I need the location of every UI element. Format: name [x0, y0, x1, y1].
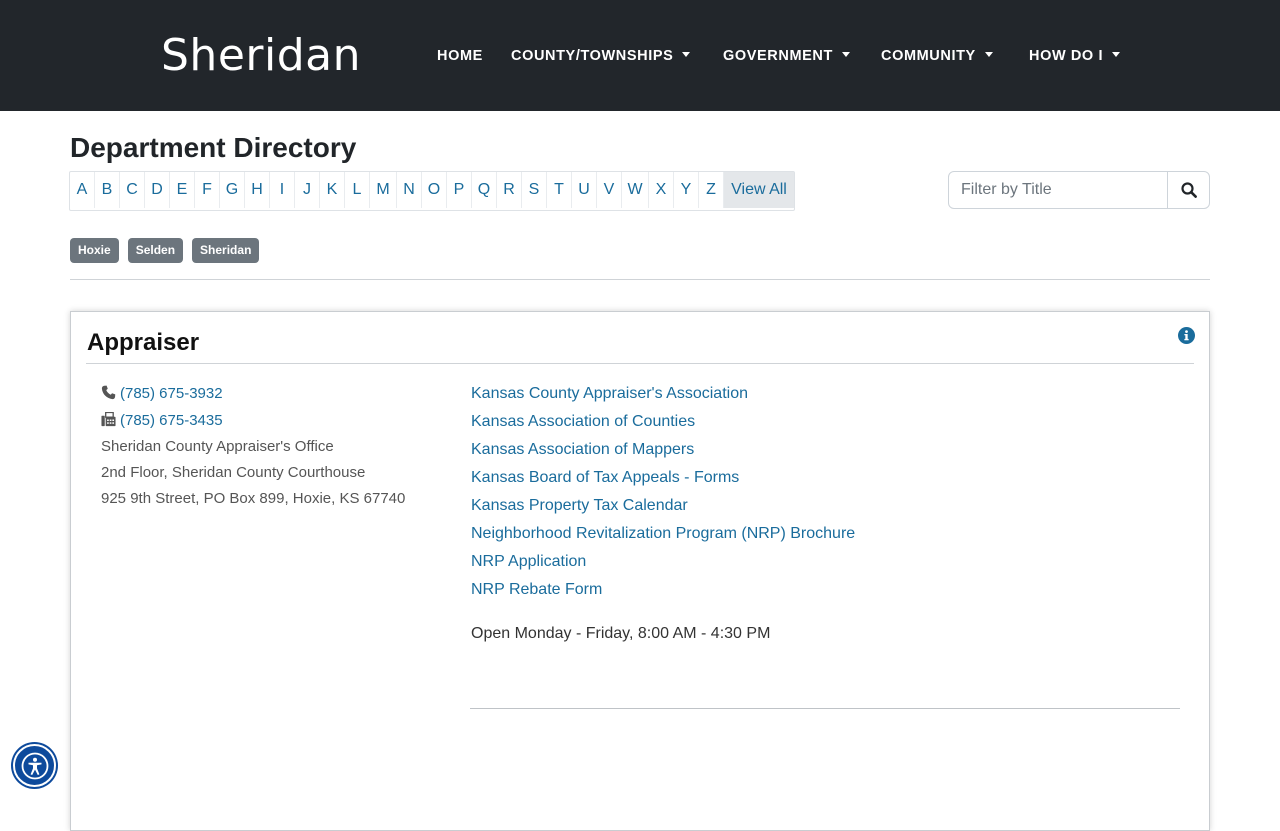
- alpha-letter-a[interactable]: A: [70, 172, 95, 208]
- alpha-letter-h[interactable]: H: [245, 172, 270, 208]
- alpha-letter-k[interactable]: K: [320, 172, 345, 208]
- phone-link[interactable]: (785) 675-3932: [120, 385, 223, 402]
- alpha-letter-s[interactable]: S: [522, 172, 547, 208]
- address-line: 2nd Floor, Sheridan County Courthouse: [101, 464, 366, 481]
- address-line: 925 9th Street, PO Box 899, Hoxie, KS 67…: [101, 490, 406, 507]
- fax-link[interactable]: (785) 675-3435: [120, 412, 223, 429]
- nav-government-label: GOVERNMENT: [723, 48, 833, 64]
- alpha-letter-u[interactable]: U: [572, 172, 597, 208]
- resource-link[interactable]: Kansas County Appraiser's Association: [471, 384, 748, 404]
- alpha-letter-g[interactable]: G: [220, 172, 245, 208]
- alpha-letter-j[interactable]: J: [295, 172, 320, 208]
- alpha-letter-e[interactable]: E: [170, 172, 195, 208]
- site-header: Sheridan HOME COUNTY/TOWNSHIPS GOVERNMEN…: [0, 0, 1280, 111]
- fax-row: (785) 675-3435: [101, 411, 223, 431]
- alpha-letter-l[interactable]: L: [345, 172, 370, 208]
- caret-down-icon: [841, 52, 850, 57]
- accessibility-button[interactable]: [13, 744, 56, 787]
- alpha-letter-c[interactable]: C: [120, 172, 145, 208]
- alpha-letter-i[interactable]: I: [270, 172, 295, 208]
- search-button[interactable]: [1167, 172, 1209, 208]
- office-hours: Open Monday - Friday, 8:00 AM - 4:30 PM: [471, 625, 771, 642]
- page-title: Department Directory: [70, 132, 357, 163]
- fax-icon: [101, 411, 116, 427]
- site-brand[interactable]: Sheridan: [161, 28, 361, 84]
- alpha-letter-v[interactable]: V: [597, 172, 622, 208]
- department-name: Appraiser: [87, 329, 200, 356]
- phone-icon: [101, 385, 116, 400]
- alpha-letter-m[interactable]: M: [370, 172, 397, 208]
- resource-link[interactable]: Neighborhood Revitalization Program (NRP…: [471, 524, 855, 544]
- caret-down-icon: [1112, 52, 1121, 57]
- alpha-letter-z[interactable]: Z: [699, 172, 724, 208]
- card-title-rule: [86, 363, 1194, 364]
- tag-selden[interactable]: Selden: [127, 238, 184, 263]
- alpha-letter-q[interactable]: Q: [472, 172, 497, 208]
- alpha-letter-b[interactable]: B: [95, 172, 120, 208]
- alpha-letter-o[interactable]: O: [422, 172, 447, 208]
- alpha-letter-f[interactable]: F: [195, 172, 220, 208]
- nav-how-do-i[interactable]: HOW DO I: [1029, 44, 1121, 68]
- search-icon: [1180, 182, 1197, 198]
- alpha-letter-w[interactable]: W: [622, 172, 649, 208]
- phone-row: (785) 675-3932: [101, 384, 223, 404]
- alpha-letter-x[interactable]: X: [649, 172, 674, 208]
- filter-by-title: [948, 171, 1210, 209]
- alpha-letter-d[interactable]: D: [145, 172, 170, 208]
- nav-government[interactable]: GOVERNMENT: [723, 44, 850, 68]
- resource-link[interactable]: NRP Application: [471, 552, 586, 572]
- tag-hoxie[interactable]: Hoxie: [70, 238, 119, 263]
- alphabet-filter: A B C D E F G H I J K L M N O P Q R S T U V W X Y Z View All: [69, 171, 795, 211]
- nav-how-do-i-label: HOW DO I: [1029, 48, 1104, 64]
- caret-down-icon: [682, 52, 691, 57]
- alpha-letter-t[interactable]: T: [547, 172, 572, 208]
- resource-link[interactable]: NRP Rebate Form: [471, 580, 602, 600]
- caret-down-icon: [984, 52, 993, 57]
- nav-community[interactable]: COMMUNITY: [881, 44, 993, 68]
- location-tags: Hoxie Selden Sheridan: [70, 238, 260, 263]
- nav-county-townships[interactable]: COUNTY/TOWNSHIPS: [511, 44, 691, 68]
- nav-county-townships-label: COUNTY/TOWNSHIPS: [511, 48, 674, 64]
- resource-link[interactable]: Kansas Property Tax Calendar: [471, 496, 688, 516]
- alpha-letter-y[interactable]: Y: [674, 172, 699, 208]
- alpha-view-all[interactable]: View All: [724, 172, 794, 208]
- resource-link[interactable]: Kansas Association of Mappers: [471, 440, 694, 460]
- card-bottom-rule: [470, 708, 1180, 709]
- nav-home[interactable]: HOME: [437, 44, 483, 68]
- tag-sheridan[interactable]: Sheridan: [192, 238, 260, 263]
- alpha-letter-p[interactable]: P: [447, 172, 472, 208]
- nav-home-label: HOME: [437, 48, 483, 64]
- department-card: Appraiser (785) 675-3932 (785) 675-3435 …: [70, 311, 1210, 831]
- info-icon[interactable]: [1178, 327, 1195, 344]
- alpha-letter-n[interactable]: N: [397, 172, 422, 208]
- resource-link[interactable]: Kansas Board of Tax Appeals - Forms: [471, 468, 739, 488]
- address-line: Sheridan County Appraiser's Office: [101, 438, 334, 455]
- resource-link[interactable]: Kansas Association of Counties: [471, 412, 695, 432]
- accessibility-icon: [21, 752, 48, 779]
- filter-input[interactable]: [949, 172, 1167, 208]
- alpha-letter-r[interactable]: R: [497, 172, 522, 208]
- section-divider: [70, 279, 1210, 280]
- nav-community-label: COMMUNITY: [881, 48, 976, 64]
